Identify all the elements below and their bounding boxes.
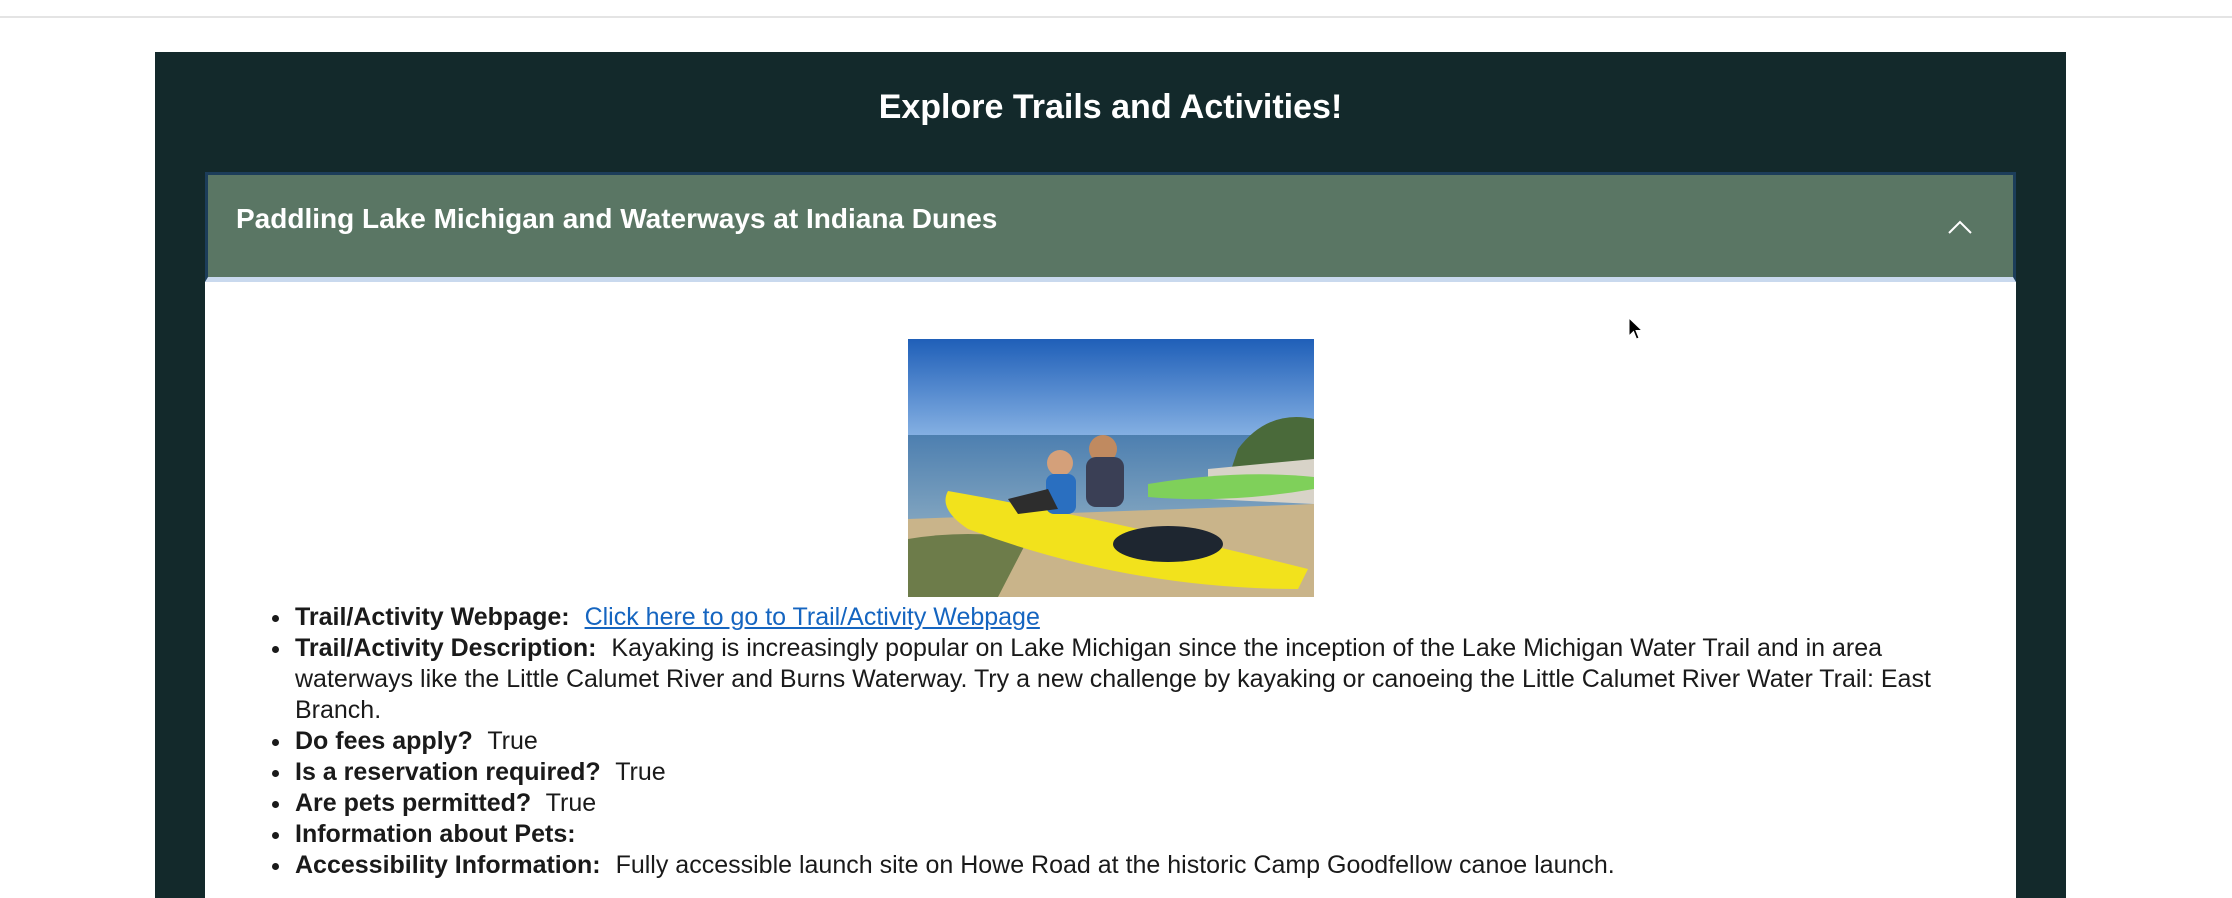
accordion-header-button[interactable]: Paddling Lake Michigan and Waterways at … <box>205 172 2016 282</box>
list-item: Accessibility Information: Fully accessi… <box>293 850 1983 881</box>
chevron-up-icon[interactable] <box>1947 215 1973 241</box>
accessibility-value: Fully accessible launch site on Howe Roa… <box>615 851 1615 879</box>
accessibility-label: Accessibility Information: <box>295 851 601 879</box>
accordion-body: Trail/Activity Webpage: Click here to go… <box>205 282 2016 898</box>
list-item: Is a reservation required? True <box>293 757 1983 788</box>
description-label: Trail/Activity Description: <box>295 634 597 662</box>
webpage-label: Trail/Activity Webpage: <box>295 603 570 631</box>
accordion-title: Paddling Lake Michigan and Waterways at … <box>236 203 998 234</box>
browser-top-bar <box>0 0 2232 18</box>
list-item: Trail/Activity Webpage: Click here to go… <box>293 602 1983 633</box>
fees-label: Do fees apply? <box>295 727 473 755</box>
mouse-cursor-icon <box>1628 317 1644 340</box>
activity-accordion: Paddling Lake Michigan and Waterways at … <box>205 172 2016 898</box>
pets-label: Are pets permitted? <box>295 789 532 817</box>
list-item: Are pets permitted? True <box>293 788 1983 819</box>
pets-value: True <box>545 789 597 817</box>
list-item: Trail/Activity Description: Kayaking is … <box>293 633 1983 726</box>
list-item: Do fees apply? True <box>293 726 1983 757</box>
activity-details-list: Trail/Activity Webpage: Click here to go… <box>265 602 1983 881</box>
fees-value: True <box>487 727 538 755</box>
reservation-value: True <box>615 758 666 786</box>
pets-info-label: Information about Pets: <box>295 820 576 848</box>
trails-panel: Explore Trails and Activities! Paddling … <box>155 52 2066 898</box>
kayak-photo <box>908 339 1314 597</box>
page-title: Explore Trails and Activities! <box>878 88 1343 126</box>
trail-webpage-link[interactable]: Click here to go to Trail/Activity Webpa… <box>585 603 1040 631</box>
reservation-label: Is a reservation required? <box>295 758 601 786</box>
list-item: Information about Pets: <box>293 819 1983 850</box>
